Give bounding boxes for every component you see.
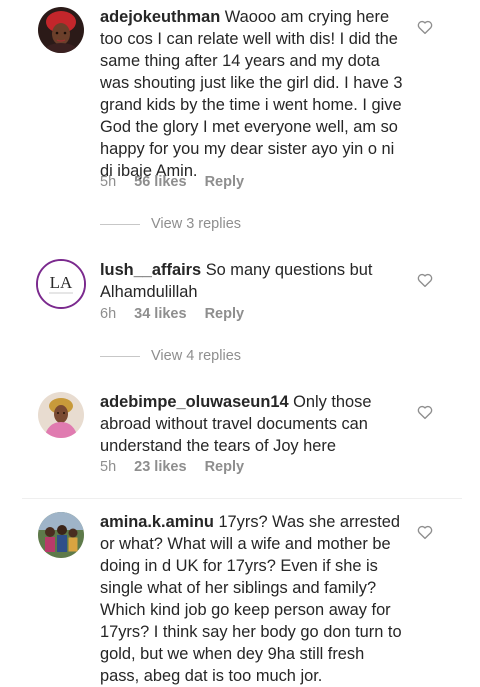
heart-icon[interactable]: [416, 18, 434, 36]
avatar[interactable]: [38, 7, 84, 53]
la-logo-icon: LA: [38, 261, 84, 307]
replies-line: [100, 355, 140, 357]
comment-username[interactable]: adejokeuthman: [100, 8, 220, 26]
comment-text: lush__affairs So many questions but Alha…: [100, 259, 406, 303]
divider: [22, 498, 462, 499]
comment-text: amina.k.aminu 17yrs? Was she arrested or…: [100, 511, 406, 687]
comment-body: Waooo am crying here too cos I can relat…: [100, 8, 403, 180]
comment-likes[interactable]: 23 likes: [134, 459, 186, 475]
view-replies-button[interactable]: View 4 replies: [100, 348, 241, 364]
reply-button[interactable]: Reply: [205, 459, 245, 475]
comment-meta: 6h 34 likes Reply: [100, 306, 244, 322]
heart-icon[interactable]: [416, 271, 434, 289]
comment-meta: 5h 56 likes Reply: [100, 174, 244, 190]
comment-time: 5h: [100, 459, 117, 475]
comment-text: adebimpe_oluwaseun14 Only those abroad w…: [100, 391, 406, 457]
heart-icon[interactable]: [416, 403, 434, 421]
view-replies-button[interactable]: View 3 replies: [100, 216, 241, 232]
avatar[interactable]: LA: [36, 259, 86, 309]
woman-red-headwrap-icon: [38, 7, 84, 53]
avatar[interactable]: [38, 392, 84, 438]
comment-time: 5h: [100, 174, 117, 190]
reply-button[interactable]: Reply: [205, 306, 245, 322]
heart-icon[interactable]: [416, 523, 434, 541]
comment-text: adejokeuthman Waooo am crying here too c…: [100, 6, 406, 182]
avatar[interactable]: [38, 512, 84, 558]
replies-line: [100, 223, 140, 225]
comment-username[interactable]: lush__affairs: [100, 261, 201, 279]
group-photo-icon: [38, 512, 84, 558]
logo-text: LA: [50, 273, 73, 292]
reply-button[interactable]: Reply: [205, 174, 245, 190]
comment-time: 6h: [100, 306, 117, 322]
comment-username[interactable]: amina.k.aminu: [100, 513, 214, 531]
comment-likes[interactable]: 34 likes: [134, 306, 186, 322]
view-replies-label: View 4 replies: [151, 348, 242, 364]
comment-username[interactable]: adebimpe_oluwaseun14: [100, 393, 289, 411]
comment-meta: 5h 23 likes Reply: [100, 459, 244, 475]
woman-pink-outfit-icon: [38, 392, 84, 438]
comment-likes[interactable]: 56 likes: [134, 174, 186, 190]
view-replies-label: View 3 replies: [151, 216, 242, 232]
comment-body: 17yrs? Was she arrested or what? What wi…: [100, 513, 402, 685]
